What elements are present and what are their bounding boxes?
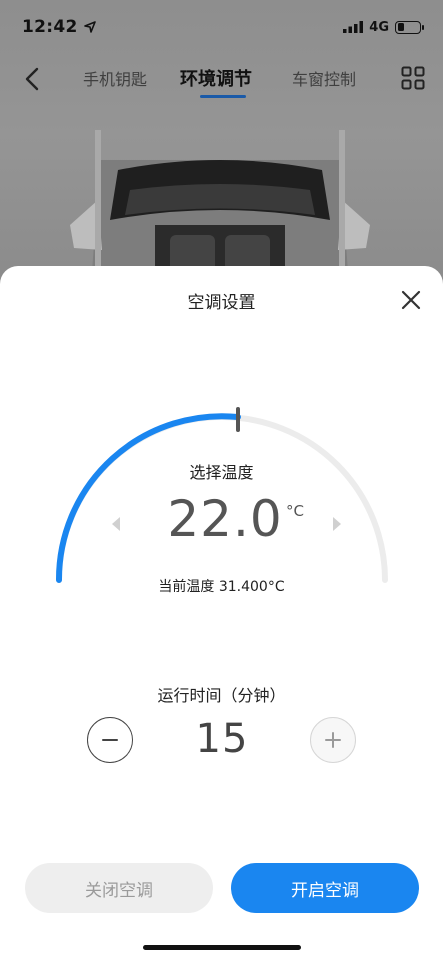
battery-icon [395,20,424,34]
temperature-dial[interactable] [0,266,443,960]
turn-on-ac-button[interactable]: 开启空调 [231,863,419,913]
top-nav: 手机钥匙 环境调节 车窗控制 [0,54,443,104]
status-indicators: 4G [343,19,424,35]
temperature-unit: °C [286,502,304,520]
tab-window-control[interactable]: 车窗控制 [292,66,356,90]
status-bar: 12:42 4G [0,0,443,54]
select-temperature-label: 选择温度 [189,463,254,482]
runtime-decrease-button[interactable] [87,717,133,763]
runtime-increase-button[interactable] [310,717,356,763]
signal-icon [343,21,364,33]
back-chevron-icon[interactable] [20,66,46,92]
tab-climate[interactable]: 环境调节 [180,65,252,91]
runtime-label: 运行时间（分钟） [157,686,286,705]
network-type: 4G [369,19,389,35]
runtime-value: 15 [195,716,249,762]
increase-temp-arrow-icon[interactable] [331,516,343,532]
plus-icon [325,732,341,748]
turn-off-ac-button[interactable]: 关闭空调 [25,863,213,913]
current-temperature: 当前温度 31.400°C [158,579,285,595]
minus-icon [102,739,118,741]
tab-active-indicator [200,95,246,98]
tab-phone-key[interactable]: 手机钥匙 [83,66,147,90]
ac-settings-sheet: 空调设置 选择温度 22.0 °C 当前温度 31.400°C 运行时间（分钟）… [0,266,443,960]
grid-menu-icon[interactable] [401,66,425,90]
temperature-value: 22.0 [167,490,283,548]
home-indicator [143,945,301,950]
status-time: 12:42 [22,17,78,37]
background-page: 12:42 4G 手机钥匙 环境调节 车窗控制 [0,0,443,300]
location-arrow-icon [83,21,96,33]
decrease-temp-arrow-icon[interactable] [110,516,122,532]
